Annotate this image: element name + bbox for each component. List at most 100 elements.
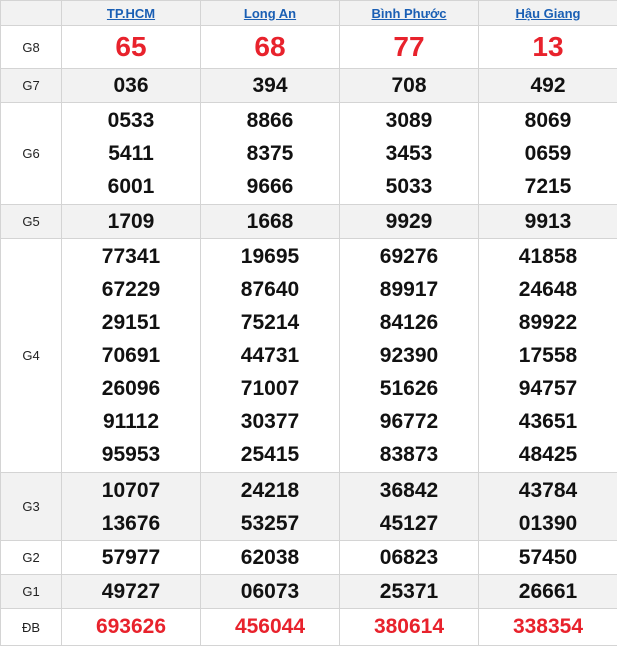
province-link-tphcm[interactable]: TP.HCM	[107, 6, 155, 21]
prize-number: 94757	[479, 372, 617, 405]
prize-number: 84126	[340, 306, 478, 339]
header-row: TP.HCM Long An Bình Phước Hậu Giang	[1, 1, 617, 26]
province-header: Long An	[201, 1, 340, 26]
prize-number: 75214	[201, 306, 339, 339]
prize-number: 708	[340, 69, 478, 102]
prize-number: 338354	[479, 615, 617, 639]
prize-cell: 13	[479, 26, 617, 69]
prize-cell: 3684245127	[340, 473, 479, 541]
prize-number: 43784	[479, 474, 617, 507]
prize-number: 83873	[340, 438, 478, 471]
prize-cell: 26661	[479, 575, 617, 609]
prize-number: 0533	[62, 104, 200, 137]
prize-number: 3453	[340, 137, 478, 170]
prize-row: G865687713	[1, 26, 617, 69]
prize-cell: 492	[479, 69, 617, 103]
province-header: Bình Phước	[340, 1, 479, 26]
prize-number: 96772	[340, 405, 478, 438]
prize-row: G257977620380682357450	[1, 541, 617, 575]
prize-number: 492	[479, 69, 617, 102]
prize-cell: 06823	[340, 541, 479, 575]
lottery-result-table: TP.HCM Long An Bình Phước Hậu Giang G865…	[0, 0, 617, 646]
province-link-hau-giang[interactable]: Hậu Giang	[515, 6, 580, 21]
prize-number: 89917	[340, 273, 478, 306]
prize-number: 26661	[479, 575, 617, 608]
prize-number: 06073	[201, 575, 339, 608]
prize-label: G5	[1, 205, 62, 239]
prize-cell: 708	[340, 69, 479, 103]
prize-row: G605335411600188668375966630893453503380…	[1, 103, 617, 205]
prize-cell: 65	[62, 26, 201, 69]
prize-number: 45127	[340, 507, 478, 540]
prize-number: 51626	[340, 372, 478, 405]
prize-number: 29151	[62, 306, 200, 339]
prize-number: 25371	[340, 575, 478, 608]
prize-number: 65	[62, 31, 200, 63]
prize-number: 26096	[62, 372, 200, 405]
prize-cell: 1070713676	[62, 473, 201, 541]
prize-label: G8	[1, 26, 62, 69]
prize-number: 91112	[62, 405, 200, 438]
prize-cell: 806906597215	[479, 103, 617, 205]
prize-number: 10707	[62, 474, 200, 507]
prize-number: 5411	[62, 137, 200, 170]
prize-number: 92390	[340, 339, 478, 372]
prize-number: 9666	[201, 170, 339, 203]
prize-cell: 19695876407521444731710073037725415	[201, 239, 340, 473]
prize-number: 8866	[201, 104, 339, 137]
prize-row: G477341672292915170691260969111295953196…	[1, 239, 617, 473]
prize-number: 62038	[201, 541, 339, 574]
prize-number: 77	[340, 31, 478, 63]
prize-cell: 9913	[479, 205, 617, 239]
result-body: G865687713G7036394708492G605335411600188…	[1, 26, 617, 646]
prize-number: 87640	[201, 273, 339, 306]
prize-cell: 57450	[479, 541, 617, 575]
prize-label: G3	[1, 473, 62, 541]
prize-number: 036	[62, 69, 200, 102]
prize-row: G51709166899299913	[1, 205, 617, 239]
prize-cell: 1709	[62, 205, 201, 239]
prize-row: G149727060732537126661	[1, 575, 617, 609]
prize-cell: 9929	[340, 205, 479, 239]
prize-number: 06823	[340, 541, 478, 574]
prize-number: 41858	[479, 240, 617, 273]
prize-number: 693626	[62, 615, 200, 639]
prize-label: G1	[1, 575, 62, 609]
prize-number: 01390	[479, 507, 617, 540]
prize-cell: 25371	[340, 575, 479, 609]
prize-number: 1709	[62, 205, 200, 238]
prize-label: G6	[1, 103, 62, 205]
province-header: Hậu Giang	[479, 1, 617, 26]
prize-number: 25415	[201, 438, 339, 471]
prize-cell: 68	[201, 26, 340, 69]
prize-number: 5033	[340, 170, 478, 203]
prize-number: 6001	[62, 170, 200, 203]
prize-cell: 77341672292915170691260969111295953	[62, 239, 201, 473]
prize-number: 13676	[62, 507, 200, 540]
prize-number: 19695	[201, 240, 339, 273]
province-link-long-an[interactable]: Long An	[244, 6, 296, 21]
prize-number: 89922	[479, 306, 617, 339]
prize-label: G7	[1, 69, 62, 103]
prize-cell: 886683759666	[201, 103, 340, 205]
prize-number: 57450	[479, 541, 617, 574]
prize-cell: 77	[340, 26, 479, 69]
prize-row: G7036394708492	[1, 69, 617, 103]
prize-number: 394	[201, 69, 339, 102]
prize-number: 0659	[479, 137, 617, 170]
prize-cell: 57977	[62, 541, 201, 575]
prize-row: G310707136762421853257368424512743784013…	[1, 473, 617, 541]
prize-number: 8069	[479, 104, 617, 137]
prize-number: 1668	[201, 205, 339, 238]
prize-number: 24648	[479, 273, 617, 306]
province-link-binh-phuoc[interactable]: Bình Phước	[372, 6, 447, 21]
prize-number: 8375	[201, 137, 339, 170]
prize-cell: 308934535033	[340, 103, 479, 205]
prize-cell: 62038	[201, 541, 340, 575]
prize-cell: 394	[201, 69, 340, 103]
prize-number: 9929	[340, 205, 478, 238]
prize-number: 70691	[62, 339, 200, 372]
prize-label: G2	[1, 541, 62, 575]
prize-cell: 4378401390	[479, 473, 617, 541]
prize-cell: 1668	[201, 205, 340, 239]
